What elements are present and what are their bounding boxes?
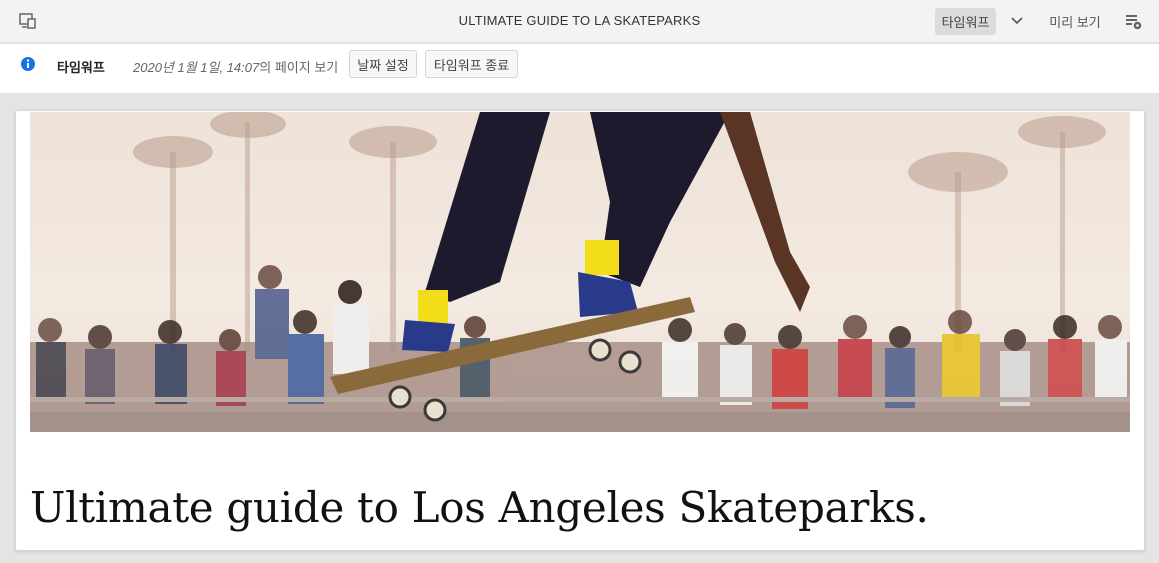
timewarp-label: 타임워프 — [57, 60, 105, 75]
timewarp-date-suffix: 의 페이지 보기 — [259, 60, 339, 75]
info-icon — [21, 57, 35, 71]
hero-illustration — [30, 112, 1130, 432]
page-properties-icon — [1125, 14, 1141, 29]
timewarp-mode-button[interactable]: 타임워프 — [935, 8, 996, 35]
timewarp-date-text: 2020년 1월 1일, 14:07의 페이지 보기 — [133, 57, 338, 76]
page-content-card: Ultimate guide to Los Angeles Skateparks… — [15, 110, 1145, 551]
mode-selector-button[interactable] — [1006, 10, 1028, 32]
page-properties-button[interactable] — [1121, 10, 1145, 32]
page-heading: Ultimate guide to Los Angeles Skateparks… — [30, 483, 929, 532]
timewarp-date-value: 2020년 1월 1일, 14:07 — [133, 60, 260, 75]
set-date-button[interactable]: 날짜 설정 — [349, 50, 417, 78]
top-toolbar: ULTIMATE GUIDE TO LA SKATEPARKS 타임워프 미리 … — [0, 0, 1159, 43]
timewarp-bar: 타임워프 2020년 1월 1일, 14:07의 페이지 보기 날짜 설정 타임… — [0, 44, 1159, 94]
exit-timewarp-button[interactable]: 타임워프 종료 — [425, 50, 518, 78]
preview-button[interactable]: 미리 보기 — [1040, 8, 1110, 35]
skateboarder-hero-image — [30, 112, 1130, 432]
chevron-down-icon — [1011, 17, 1023, 25]
